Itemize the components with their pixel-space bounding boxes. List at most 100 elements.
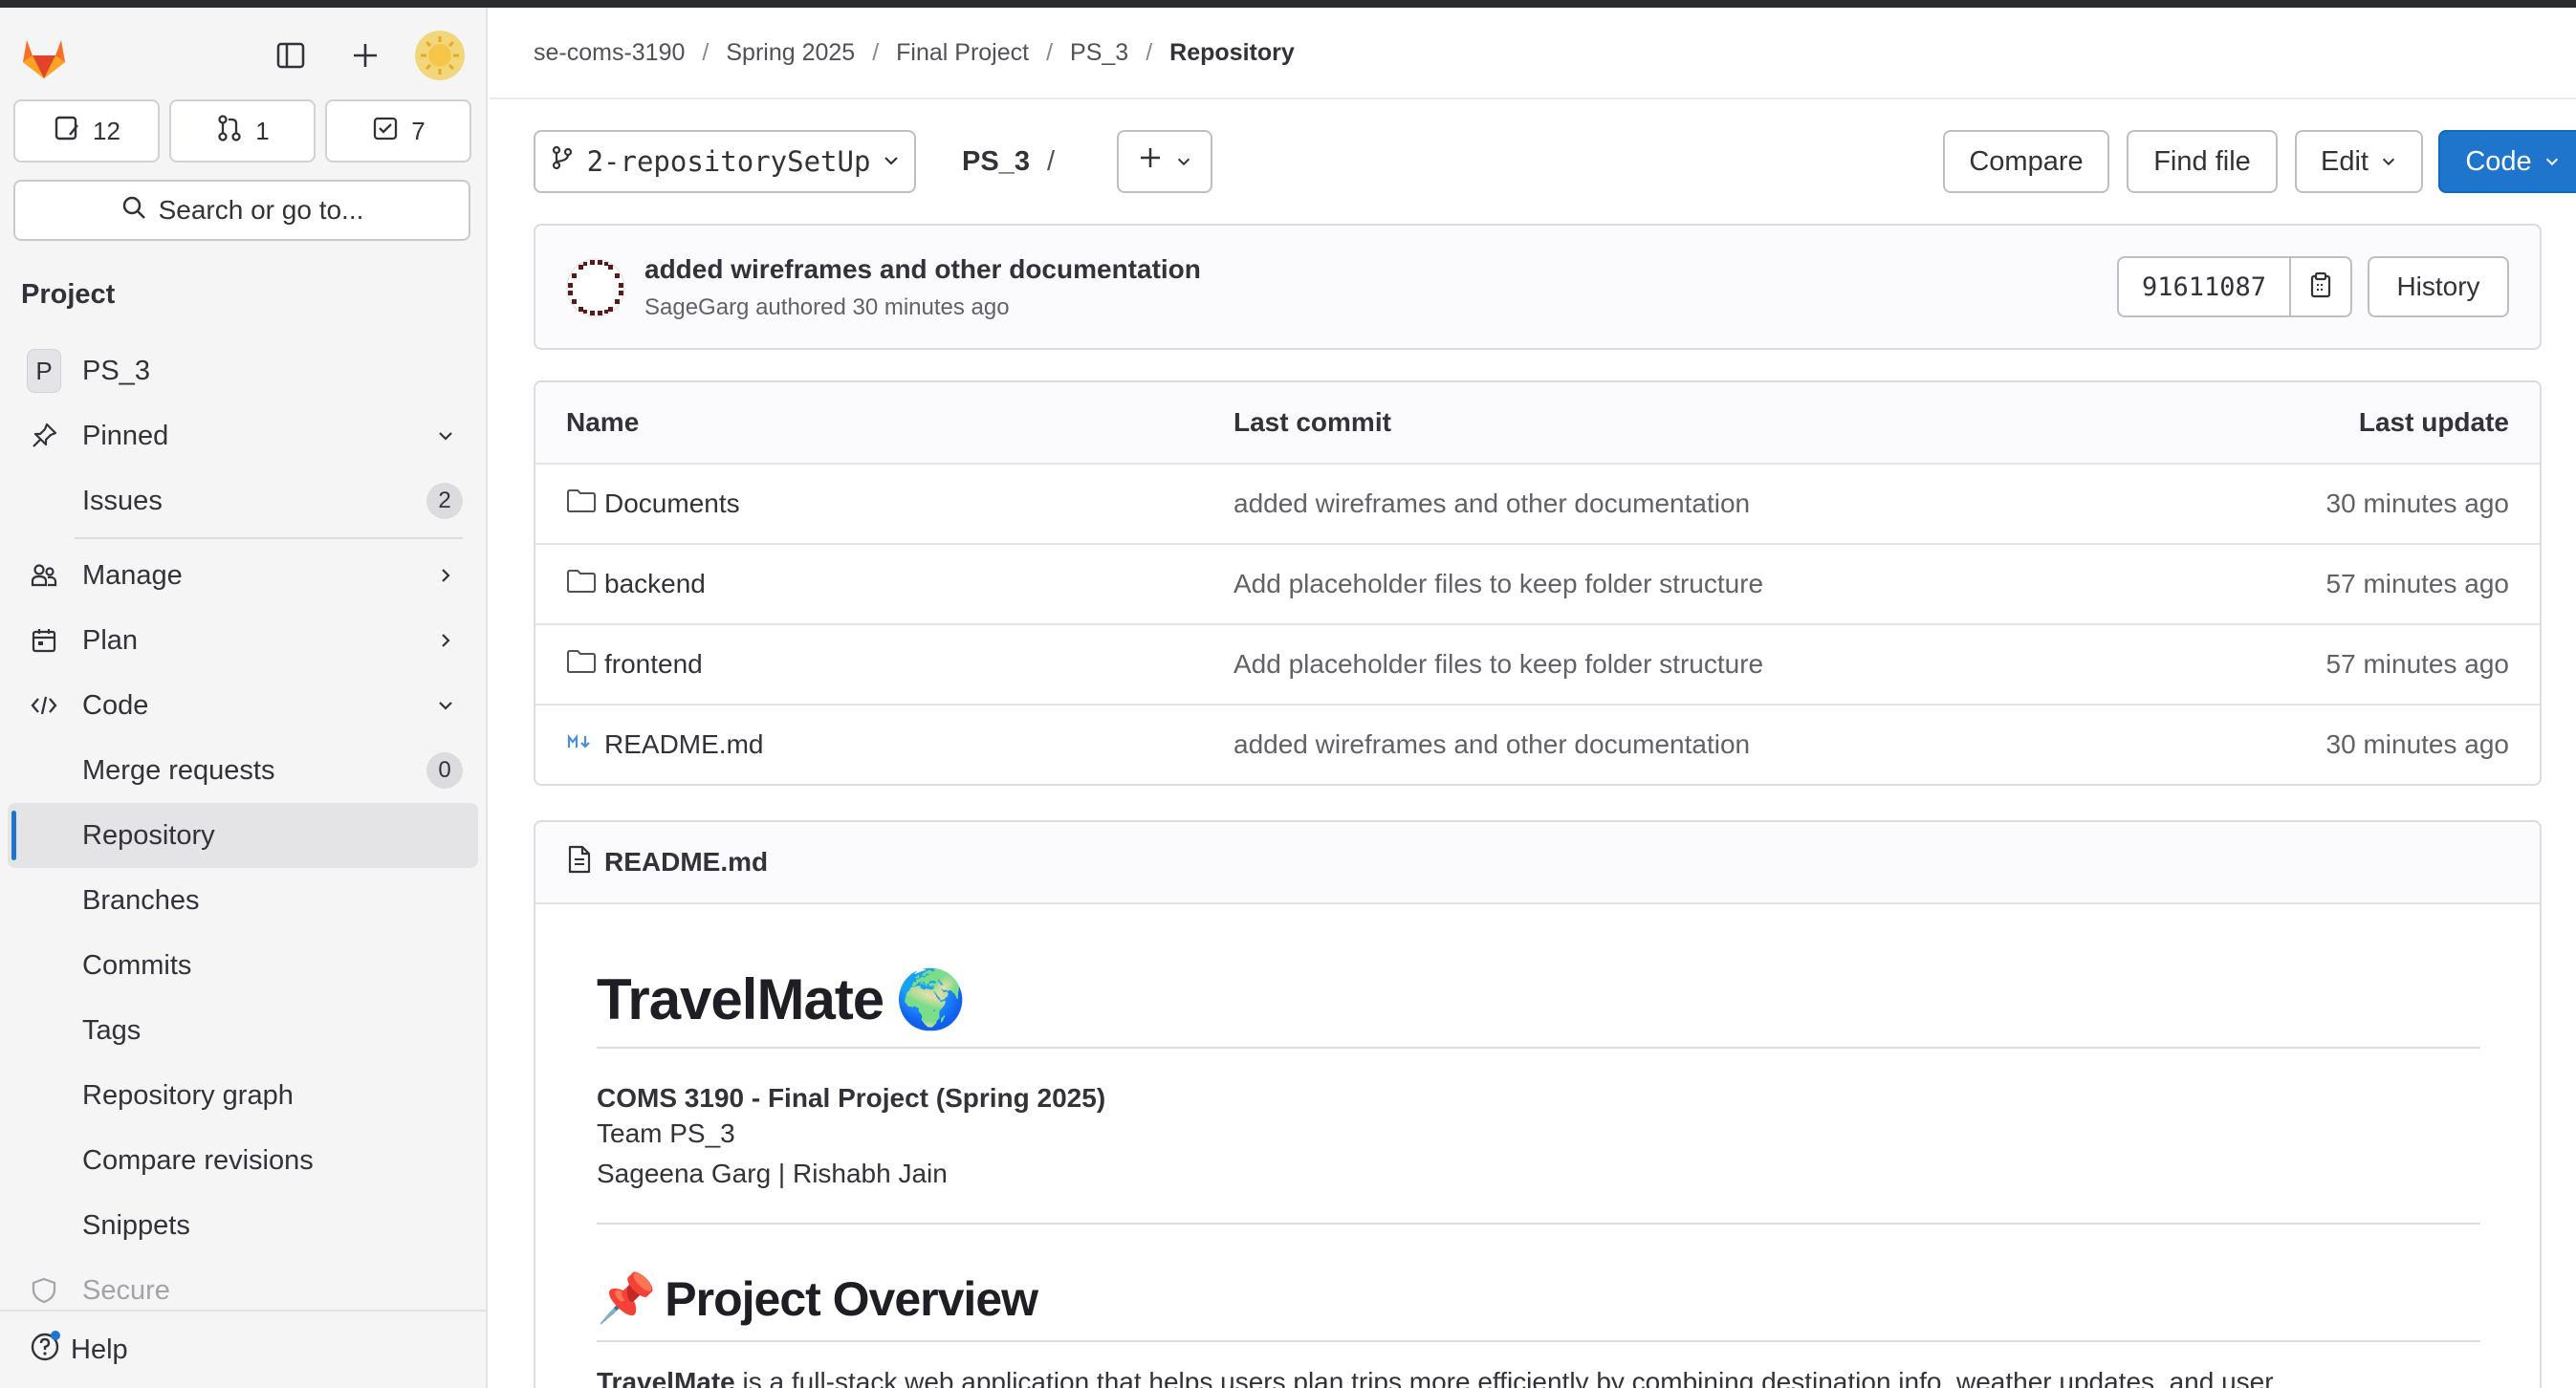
table-row[interactable]: frontend Add placeholder files to keep f…: [535, 623, 2540, 704]
gitlab-logo-icon[interactable]: [17, 31, 71, 84]
sidebar-item-label: Secure: [82, 1274, 170, 1306]
table-header-row: Name Last commit Last update: [535, 382, 2540, 463]
help-label: Help: [71, 1334, 128, 1365]
sidebar-item-label: PS_3: [82, 355, 150, 386]
file-tree-table: Name Last commit Last update Documents a…: [534, 380, 2542, 786]
breadcrumb-separator: /: [1146, 38, 1153, 66]
todo-icon: [371, 114, 400, 149]
help-icon: [29, 1329, 63, 1371]
sidebar-item-snippets[interactable]: Snippets: [8, 1193, 478, 1258]
sidebar-nav: P PS_3 Pinned Issues 2 Manage Plan Code …: [8, 338, 478, 1323]
table-row[interactable]: backend Add placeholder files to keep fo…: [535, 543, 2540, 623]
todos-counter-button[interactable]: 7: [325, 99, 471, 163]
sidebar-item-plan[interactable]: Plan: [8, 608, 478, 673]
chevron-down-icon: [432, 423, 459, 449]
column-header-last-update: Last update: [2358, 407, 2509, 437]
breadcrumb-item-subgroup[interactable]: Spring 2025: [726, 39, 855, 67]
sidebar-item-project[interactable]: P PS_3: [8, 338, 478, 403]
sidebar-item-label: Compare revisions: [82, 1144, 314, 1176]
nav-divider: [75, 537, 463, 539]
file-name-link[interactable]: frontend: [604, 649, 703, 680]
help-button[interactable]: Help: [0, 1310, 486, 1388]
merge-requests-badge: 0: [426, 752, 463, 789]
code-dropdown-button[interactable]: Code: [2438, 130, 2576, 193]
folder-icon: [566, 648, 597, 682]
row-last-update: 30 minutes ago: [2325, 488, 2509, 518]
repository-path: PS_3 /: [962, 130, 1055, 193]
commit-author-avatar[interactable]: [564, 256, 627, 319]
copy-sha-button[interactable]: [2291, 256, 2352, 317]
sidebar-item-merge-requests[interactable]: Merge requests 0: [8, 738, 478, 803]
readme-title-text: TravelMate: [597, 967, 884, 1031]
sidebar-item-issues[interactable]: Issues 2: [8, 468, 478, 533]
readme-title: TravelMate 🌍: [597, 965, 2480, 1049]
breadcrumb-item-project[interactable]: PS_3: [1070, 39, 1128, 67]
chevron-down-icon: [2380, 146, 2397, 178]
sidebar-item-label: Code: [82, 689, 149, 721]
compare-button[interactable]: Compare: [1943, 130, 2109, 193]
todos-count: 7: [411, 116, 426, 145]
sidebar-item-manage[interactable]: Manage: [8, 543, 478, 608]
counter-row: 12 1 7: [13, 99, 471, 163]
search-label: Search or go to...: [158, 195, 364, 225]
readme-filename-link[interactable]: README.md: [604, 847, 768, 878]
issues-icon: [53, 114, 81, 149]
sidebar-toggle-icon[interactable]: [266, 31, 316, 80]
issues-counter-button[interactable]: 12: [13, 99, 160, 163]
last-commit-panel: added wireframes and other documentation…: [534, 224, 2542, 350]
markdown-file-icon: [566, 728, 597, 762]
table-row[interactable]: README.md added wireframes and other doc…: [535, 704, 2540, 784]
shield-icon: [27, 1273, 61, 1308]
file-name-link[interactable]: backend: [604, 569, 706, 599]
find-file-button[interactable]: Find file: [2127, 130, 2278, 193]
sidebar-item-repository-graph[interactable]: Repository graph: [8, 1063, 478, 1128]
branch-icon: [549, 144, 576, 179]
sidebar-item-tags[interactable]: Tags: [8, 998, 478, 1063]
sidebar-item-code[interactable]: Code: [8, 673, 478, 738]
user-avatar[interactable]: [415, 31, 465, 80]
table-row[interactable]: Documents added wireframes and other doc…: [535, 463, 2540, 543]
breadcrumb-item-subgroup[interactable]: Final Project: [896, 39, 1029, 67]
breadcrumb-item-current[interactable]: Repository: [1169, 39, 1295, 67]
sidebar-item-commits[interactable]: Commits: [8, 933, 478, 998]
row-commit-message-link[interactable]: Add placeholder files to keep folder str…: [1233, 545, 1763, 623]
row-last-update: 57 minutes ago: [2325, 569, 2509, 598]
sidebar-item-branches[interactable]: Branches: [8, 868, 478, 933]
commit-sha[interactable]: 91611087: [2116, 256, 2291, 317]
search-button[interactable]: Search or go to...: [13, 180, 470, 241]
search-icon: [120, 194, 147, 228]
course-line: COMS 3190 - Final Project (Spring 2025): [597, 1083, 1106, 1113]
column-header-name: Name: [566, 407, 640, 437]
sidebar-item-repository[interactable]: Repository: [8, 803, 478, 868]
breadcrumb-item-group[interactable]: se-coms-3190: [534, 39, 685, 67]
row-commit-message-link[interactable]: added wireframes and other documentation: [1233, 705, 1750, 784]
chevron-down-icon: [882, 146, 901, 178]
sidebar-item-label: Snippets: [82, 1209, 190, 1241]
row-commit-message-link[interactable]: added wireframes and other documentation: [1233, 465, 1750, 543]
add-to-tree-dropdown[interactable]: [1117, 130, 1212, 193]
overview-text: is a full-stack web application that hel…: [734, 1367, 2274, 1388]
team-line: Team PS_3: [597, 1118, 735, 1148]
branch-name: 2-repositorySetUp: [586, 145, 871, 178]
breadcrumb-separator: /: [872, 38, 880, 66]
history-button[interactable]: History: [2368, 256, 2509, 317]
branch-selector[interactable]: 2-repositorySetUp: [534, 130, 916, 193]
merge-request-icon: [215, 114, 244, 149]
commit-title-link[interactable]: added wireframes and other documentation: [644, 254, 1201, 285]
file-name-link[interactable]: README.md: [604, 729, 763, 760]
plus-icon[interactable]: [340, 31, 390, 80]
edit-dropdown[interactable]: Edit: [2295, 130, 2423, 193]
file-icon: [566, 844, 593, 881]
sidebar-item-label: Tags: [82, 1014, 142, 1046]
file-name-link[interactable]: Documents: [604, 488, 740, 519]
chevron-right-icon: [432, 627, 459, 654]
plus-icon: [1137, 144, 1164, 179]
sidebar-item-pinned[interactable]: Pinned: [8, 403, 478, 468]
row-commit-message-link[interactable]: Add placeholder files to keep folder str…: [1233, 625, 1763, 704]
readme-divider: [597, 1223, 2480, 1225]
code-label: Code: [2465, 145, 2532, 177]
sidebar-item-compare-revisions[interactable]: Compare revisions: [8, 1128, 478, 1193]
merge-requests-counter-button[interactable]: 1: [169, 99, 316, 163]
project-path-link[interactable]: PS_3: [962, 146, 1030, 178]
row-last-update: 57 minutes ago: [2325, 649, 2509, 679]
